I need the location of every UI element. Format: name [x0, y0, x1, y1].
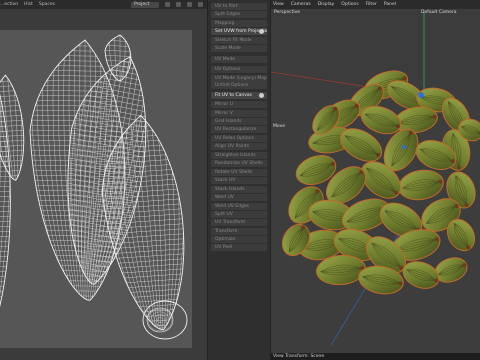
tool-label: Unfold Options — [215, 83, 249, 88]
tool-button[interactable]: Split UV — [211, 211, 267, 218]
gear-icon[interactable] — [259, 93, 264, 98]
tool-button[interactable]: Mapping — [211, 20, 267, 27]
tool-label: Optimize — [215, 237, 236, 242]
tool-button[interactable]: Straighten Islands — [211, 152, 267, 159]
tool-button[interactable]: Unfold Options — [211, 82, 267, 89]
tool-button[interactable]: Mirror V — [211, 110, 267, 117]
tool-label: UV Mode (Legacy) Mapping — [215, 76, 267, 81]
tool-button[interactable]: UV Peel — [211, 244, 267, 251]
tool-button[interactable]: Mirror U — [211, 101, 267, 108]
cardamom-render — [271, 12, 480, 353]
tool-label: Mapping — [215, 21, 235, 26]
tool-button[interactable]: UV Mode — [211, 56, 267, 63]
tool-button[interactable]: Scale Mode — [211, 45, 267, 52]
viewport-menu-item[interactable]: Display — [318, 2, 335, 7]
tool-button[interactable]: Stretch Fit Mode — [211, 37, 267, 44]
tool-button[interactable]: UV Rectangularize — [211, 126, 267, 133]
gear-icon[interactable] — [259, 29, 264, 34]
tool-button[interactable]: Stack Islands — [211, 186, 267, 193]
tool-label: Stack Islands — [215, 187, 245, 192]
tool-label: Rotate UV Shells — [215, 170, 253, 175]
tool-button[interactable]: UV Options — [211, 66, 267, 73]
tool-label: Fit UV to Canvas — [215, 93, 252, 98]
tool-label: Weld UV — [215, 195, 234, 200]
tool-label: Randomize UV Shells — [215, 161, 263, 166]
uv-menu-item[interactable]: ...ection — [0, 2, 18, 7]
grid-icon[interactable] — [186, 2, 192, 7]
viewport-menubar: View Cameras Display Options Filter Panel — [271, 0, 480, 9]
tool-label: Stack UV — [215, 178, 236, 183]
tool-label: UV Options — [215, 67, 241, 72]
view-label: Perspective — [274, 10, 301, 15]
tool-button[interactable]: Optimize — [211, 236, 267, 243]
uv-island — [0, 50, 11, 341]
tool-label: Split UV — [215, 212, 233, 217]
uv-wireframe — [0, 34, 192, 341]
uv-menu-item[interactable]: Hist — [24, 2, 33, 7]
tool-button[interactable]: UV Mode (Legacy) Mapping — [211, 75, 267, 82]
uv-editor-menubar: ...ection Hist Spaces Project — [0, 0, 207, 9]
tool-label: UV to Part — [215, 4, 238, 9]
3d-viewport[interactable]: View Cameras Display Options Filter Panel Per… — [271, 0, 480, 360]
tool-button[interactable]: Weld UV Edges — [211, 203, 267, 210]
viewport-menu-item[interactable]: Panel — [384, 2, 396, 7]
tool-button[interactable]: Rotate UV Shells — [211, 169, 267, 176]
uv-tool-panel: UV to Part Split Edges Mapping Set UVW from… — [207, 0, 271, 360]
lock-icon[interactable] — [175, 2, 181, 7]
uv-canvas[interactable] — [0, 30, 192, 348]
move-gizmo-icon — [418, 92, 424, 98]
tool-label: Align UV Points — [215, 144, 250, 149]
tool-label: UV Transform — [215, 220, 246, 225]
viewport-status-bar: View Transform: Scene — [271, 353, 480, 360]
tool-button[interactable]: Fit UV to Canvas — [211, 92, 267, 99]
tool-button[interactable]: Weld UV — [211, 194, 267, 201]
tool-button[interactable]: Grid Islands — [211, 118, 267, 125]
viewport-menu-item[interactable]: View — [273, 2, 284, 7]
settings-icon[interactable] — [164, 2, 170, 7]
tool-button[interactable]: Stack UV — [211, 177, 267, 184]
tool-label: Straighten Islands — [215, 153, 256, 158]
tool-label: Weld UV Edges — [215, 204, 249, 209]
tool-button[interactable]: Set UVW from Projection — [211, 28, 267, 35]
tool-label: UV Peel — [215, 245, 233, 250]
tool-label: UV Relax Options — [215, 136, 254, 141]
uv-island — [29, 39, 126, 301]
layout-icon[interactable] — [197, 2, 203, 7]
uv-editor-panel[interactable] — [0, 9, 207, 360]
tool-label: UV Rectangularize — [215, 127, 257, 132]
viewport-menu-item[interactable]: Cameras — [291, 2, 311, 7]
tool-label: Grid Islands — [215, 119, 242, 124]
tool-button[interactable]: UV Relax Options — [211, 135, 267, 142]
mode-label: Move — [273, 124, 286, 129]
tool-label: Scale Mode — [215, 46, 241, 51]
uv-island — [104, 34, 132, 82]
tool-label: Stretch Fit Mode — [215, 38, 252, 43]
project-selector[interactable]: Project — [130, 1, 159, 8]
tool-label: Transform — [215, 229, 238, 234]
tool-label: Split Edges — [215, 12, 241, 17]
viewport-menu-item[interactable]: Options — [341, 2, 358, 7]
tool-button[interactable]: Randomize UV Shells — [211, 160, 267, 167]
tool-button[interactable]: Split Edges — [211, 11, 267, 18]
tool-label: UV Mode — [215, 57, 236, 62]
tool-button[interactable]: UV to Part — [211, 3, 267, 10]
uv-menu-item[interactable]: Spaces — [39, 2, 55, 7]
tool-button[interactable]: UV Transform — [211, 219, 267, 226]
tool-label: Mirror V — [215, 111, 233, 116]
viewport-menu-item[interactable]: Filter — [366, 2, 377, 7]
tool-label: Mirror U — [215, 102, 233, 107]
tool-button[interactable]: Align UV Points — [211, 143, 267, 150]
camera-label[interactable]: Default Camera — [421, 10, 457, 15]
tool-button[interactable]: Transform — [211, 228, 267, 235]
